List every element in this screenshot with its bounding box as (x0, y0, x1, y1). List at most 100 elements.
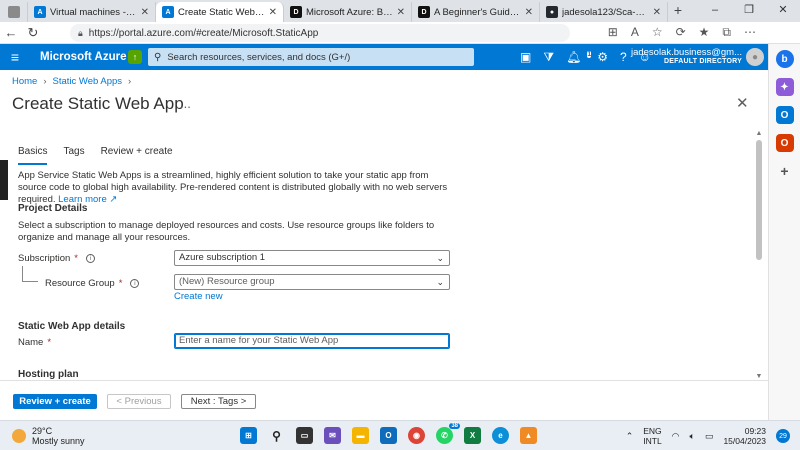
notification-badge: 1 (587, 50, 592, 58)
read-aloud-icon[interactable]: A (631, 25, 639, 40)
avatar[interactable]: ● (746, 48, 764, 66)
tab-basics[interactable]: Basics (18, 146, 48, 165)
refresh-icon[interactable]: ↻ (22, 25, 44, 41)
browser-tab-github[interactable]: ● jadesola123/Sca-Azure-st... ✕ (540, 2, 668, 22)
resource-group-label: Resource Group * i (45, 278, 140, 289)
breadcrumb-separator-icon: › (43, 76, 47, 87)
chrome-icon[interactable]: ◉ (408, 427, 425, 444)
subscription-label: Subscription * i (18, 253, 95, 264)
close-icon[interactable]: ✕ (653, 7, 661, 18)
whatsapp-badge: 38 (449, 423, 460, 429)
browser-tab-beginners-guide[interactable]: D A Beginner's Guide to Amazon ✕ (412, 2, 540, 22)
azure-header: ≡ Microsoft Azure ↑ ⚲ Search resources, … (0, 44, 768, 70)
scrollbar-thumb[interactable] (756, 140, 762, 260)
taskbar-apps: ⊞ ⚲ ▭ ✉ ▬ O ◉ ✆ 38 X e ▲ (240, 423, 537, 444)
settings-gear-icon[interactable]: ⚙ (597, 50, 608, 65)
minimize-icon[interactable]: – (698, 0, 732, 22)
vertical-scrollbar[interactable]: ▲ ▼ (754, 130, 764, 380)
browser-toolbar: ⊞ A ☆ ⟳ ★ ⧉ ⋯ (608, 25, 756, 40)
close-icon[interactable]: ✕ (525, 7, 533, 18)
scroll-down-icon[interactable]: ▼ (754, 373, 764, 380)
info-icon[interactable]: i (130, 279, 140, 288)
upgrade-icon[interactable]: ↑ (128, 50, 142, 64)
dev-icon: D (290, 6, 302, 18)
battery-icon[interactable]: ▭ (705, 431, 714, 442)
chevron-down-icon: ⌄ (436, 253, 444, 263)
collections-icon[interactable]: ⧉ (722, 25, 731, 40)
add-icon[interactable]: + (776, 162, 794, 180)
browser-tab-building[interactable]: D Microsoft Azure: Building ✕ (284, 2, 412, 22)
excel-icon[interactable]: X (464, 427, 481, 444)
resource-group-select[interactable]: (New) Resource group ⌄ (174, 274, 450, 290)
weather-widget[interactable]: 29°C Mostly sunny (12, 426, 85, 446)
outlook-icon[interactable]: O (380, 427, 397, 444)
more-options-button[interactable]: ... (180, 96, 191, 111)
volume-icon[interactable]: 🔈︎ (690, 431, 695, 442)
azure-brand[interactable]: Microsoft Azure (40, 51, 128, 63)
close-blade-icon[interactable]: ✕ (736, 94, 749, 112)
close-icon[interactable]: ✕ (141, 7, 149, 18)
address-bar: ← ↻ 🔒︎ https://portal.azure.com/#create/… (0, 22, 800, 44)
chevron-up-icon[interactable]: ⌃ (626, 431, 634, 442)
search-input[interactable]: ⚲ Search resources, services, and docs (… (148, 48, 474, 66)
required-marker: * (47, 337, 52, 348)
wifi-icon[interactable]: ◠ (672, 431, 680, 442)
tab-actions-button[interactable] (0, 2, 28, 22)
games-icon[interactable]: ✦ (775, 78, 794, 96)
more-options-icon[interactable]: ⋯ (744, 25, 756, 40)
cloud-shell-icon[interactable]: ▣ (520, 50, 531, 65)
outlook-icon[interactable]: O (775, 106, 794, 124)
account-menu[interactable]: jadesolak.business@gm... DEFAULT DIRECTO… (631, 47, 742, 65)
scroll-up-icon[interactable]: ▲ (754, 130, 764, 140)
chat-icon[interactable]: ✉ (324, 427, 341, 444)
clock[interactable]: 09:23 15/04/2023 (723, 426, 766, 446)
favorite-star-icon[interactable]: ☆ (652, 25, 663, 40)
edge-sidebar: b ✦ O O + (768, 44, 800, 420)
lock-icon: 🔒︎ (78, 27, 83, 38)
task-view-icon[interactable]: ▭ (296, 427, 313, 444)
app-available-icon[interactable]: ⊞ (608, 25, 618, 40)
notification-center-badge[interactable]: 29 (776, 429, 790, 443)
create-new-link[interactable]: Create new (174, 291, 223, 302)
browser-tab-virtual-machines[interactable]: A Virtual machines - Microsoft ✕ (28, 2, 156, 22)
breadcrumb-separator-icon: › (128, 76, 132, 87)
windows-start-icon[interactable]: ⊞ (240, 427, 257, 444)
whatsapp-icon[interactable]: ✆ 38 (436, 423, 460, 444)
language-indicator[interactable]: ENG INTL (643, 426, 661, 446)
close-icon[interactable]: ✕ (269, 7, 277, 18)
maximize-icon[interactable]: ❐ (732, 0, 766, 22)
search-icon[interactable]: ⚲ (268, 427, 285, 444)
help-icon[interactable]: ? (620, 50, 627, 65)
review-create-button[interactable]: Review + create (13, 394, 97, 409)
notifications-icon[interactable]: 🔔︎ 1 (566, 50, 592, 65)
breadcrumb-home[interactable]: Home (12, 76, 37, 87)
window-close-icon[interactable]: ✕ (766, 0, 800, 22)
edge-icon[interactable]: e (492, 427, 509, 444)
back-icon[interactable]: ← (0, 25, 22, 40)
tab-review-create[interactable]: Review + create (101, 146, 173, 165)
bing-icon[interactable]: b (775, 50, 794, 68)
url-field[interactable]: 🔒︎ https://portal.azure.com/#create/Micr… (70, 24, 570, 42)
file-explorer-icon[interactable]: ▬ (352, 427, 369, 444)
office-icon[interactable]: O (775, 134, 794, 152)
directory-filter-icon[interactable]: ⧩ (543, 50, 554, 65)
next-tags-button[interactable]: Next : Tags > (181, 394, 256, 409)
vlc-icon[interactable]: ▲ (520, 427, 537, 444)
favorites-icon[interactable]: ★ (699, 25, 710, 40)
page-description: App Service Static Web Apps is a streaml… (18, 170, 448, 205)
browser-tab-create-static-web-app[interactable]: A Create Static Web App - Microsoft ✕ (156, 2, 284, 22)
subscription-select[interactable]: Azure subscription 1 ⌄ (174, 250, 450, 266)
side-tag (0, 160, 8, 200)
name-input[interactable]: Enter a name for your Static Web App (174, 333, 450, 349)
menu-icon[interactable]: ≡ (0, 49, 30, 65)
info-icon[interactable]: i (85, 254, 95, 263)
previous-button[interactable]: < Previous (107, 394, 171, 409)
hosting-plan-title: Hosting plan (18, 369, 79, 380)
static-web-app-details-title: Static Web App details (18, 321, 126, 332)
close-icon[interactable]: ✕ (397, 7, 405, 18)
account-email: jadesolak.business@gm... (630, 47, 742, 58)
tab-tags[interactable]: Tags (63, 146, 84, 165)
refresh-sync-icon[interactable]: ⟳ (676, 25, 686, 40)
new-tab-button[interactable]: + (668, 2, 688, 22)
breadcrumb-static-web-apps[interactable]: Static Web Apps (53, 76, 123, 87)
